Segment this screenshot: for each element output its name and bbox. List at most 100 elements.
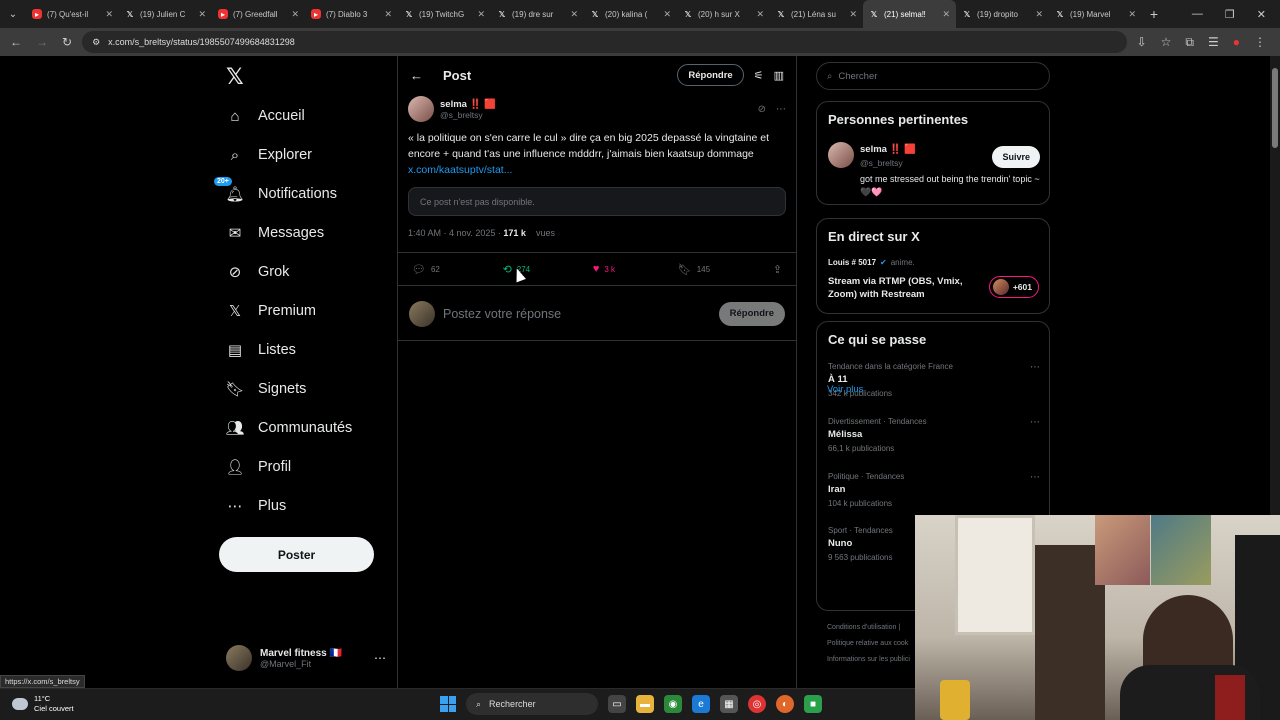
- browser-tab[interactable]: 𝕏 (19) TwitchG ✕: [398, 0, 491, 28]
- browser-tab-active[interactable]: 𝕏 (21) selma‼ ✕: [863, 0, 956, 28]
- footer-link-cookies[interactable]: Politique relative aux cook: [827, 636, 910, 652]
- tab-search-chevron-icon[interactable]: ⌄: [0, 0, 26, 28]
- firefox-icon[interactable]: ◐: [776, 695, 794, 713]
- nav-item-home[interactable]: ⌂ Accueil: [226, 101, 304, 131]
- nav-item-profile[interactable]: 👤︎ Profil: [225, 452, 291, 482]
- more-icon[interactable]: ⋯: [1030, 417, 1040, 428]
- see-more-link[interactable]: Voir plus: [827, 384, 863, 395]
- tab-close-icon[interactable]: ✕: [291, 9, 299, 20]
- reply-input[interactable]: Postez votre réponse: [443, 307, 561, 321]
- store-icon[interactable]: ▦: [720, 695, 738, 713]
- reply-submit-button[interactable]: Répondre: [718, 301, 785, 326]
- avatar[interactable]: [828, 142, 854, 168]
- browser-tab[interactable]: 𝕏 (19) dropito ✕: [956, 0, 1049, 28]
- close-window-icon[interactable]: ✕: [1257, 8, 1266, 21]
- browser-tab[interactable]: 𝕏 (19) Julien C ✕: [119, 0, 212, 28]
- windows-start-icon[interactable]: [440, 696, 456, 712]
- nvidia-icon[interactable]: ◉: [664, 695, 682, 713]
- x-logo-icon[interactable]: 𝕏: [226, 64, 244, 90]
- tab-close-icon[interactable]: ✕: [477, 9, 485, 20]
- app-icon[interactable]: ■: [804, 695, 822, 713]
- browser-tab[interactable]: 𝕏 (21) Léna su ✕: [770, 0, 863, 28]
- avatar[interactable]: [408, 96, 434, 122]
- tab-close-icon[interactable]: ✕: [384, 9, 392, 20]
- tab-close-icon[interactable]: ✕: [1128, 9, 1136, 20]
- back-arrow-icon[interactable]: ←: [410, 68, 423, 83]
- tweet-time[interactable]: 1:40 AM · 4 nov. 2025 ·: [408, 228, 503, 238]
- edge-icon[interactable]: e: [692, 695, 710, 713]
- scrollbar-thumb[interactable]: [1272, 68, 1278, 148]
- nav-item-explore[interactable]: ⌕ Explorer: [226, 140, 312, 170]
- star-icon[interactable]: ☆: [1161, 35, 1172, 50]
- tab-close-icon[interactable]: ✕: [756, 9, 764, 20]
- tab-close-icon[interactable]: ✕: [105, 9, 113, 20]
- share-action[interactable]: ⇪: [773, 263, 782, 276]
- grok-icon[interactable]: ⊘: [758, 104, 766, 115]
- browser-tab[interactable]: ▸ (7) Greedfall ✕: [212, 0, 305, 28]
- more-icon[interactable]: ⋯: [776, 104, 786, 115]
- url-field[interactable]: ⚙ x.com/s_breltsy/status/198550749968483…: [82, 31, 1127, 53]
- site-info-icon[interactable]: ⚙: [92, 37, 100, 48]
- minimize-icon[interactable]: —: [1192, 8, 1203, 21]
- file-explorer-icon[interactable]: ▬: [636, 695, 654, 713]
- header-reply-button[interactable]: Répondre: [677, 64, 744, 86]
- tab-close-icon[interactable]: ✕: [942, 9, 950, 20]
- nav-item-grok[interactable]: ⊘ Grok: [226, 257, 290, 287]
- chrome-icon[interactable]: ◎: [748, 695, 766, 713]
- weather-widget[interactable]: 11°C Ciel couvert: [12, 694, 74, 714]
- author-name[interactable]: selma ‼️ 🟥: [440, 99, 496, 110]
- back-icon[interactable]: ←: [10, 35, 22, 49]
- new-tab-button[interactable]: +: [1142, 6, 1166, 22]
- profile-icon[interactable]: ●: [1233, 35, 1240, 50]
- extensions-icon[interactable]: ⧉: [1185, 35, 1194, 50]
- live-listeners[interactable]: +601: [988, 276, 1039, 298]
- live-stream-title[interactable]: Stream via RTMP (OBS, Vmix, Zoom) with R…: [828, 275, 978, 301]
- taskbar-search[interactable]: ⌕ Rechercher: [466, 693, 598, 715]
- more-icon[interactable]: ⋯: [1030, 362, 1040, 373]
- nav-item-more[interactable]: ⋯ Plus: [226, 491, 287, 521]
- live-host[interactable]: Louis # 5017 ✔ anime.: [828, 258, 915, 267]
- follow-button[interactable]: Suivre: [992, 146, 1040, 168]
- bookmark-action[interactable]: 🔖︎ 145: [678, 263, 710, 276]
- more-icon[interactable]: ⋯: [1030, 472, 1040, 483]
- restore-icon[interactable]: ❐: [1225, 8, 1235, 21]
- nav-item-notifications[interactable]: 🔔︎ 20+ Notifications: [214, 177, 337, 209]
- browser-tab[interactable]: 𝕏 (19) dre sur ✕: [491, 0, 584, 28]
- footer-link-ads[interactable]: Informations sur les publici: [827, 652, 910, 668]
- reading-list-icon[interactable]: ☰: [1208, 35, 1219, 50]
- nav-item-premium[interactable]: 𝕏 Premium: [226, 296, 316, 326]
- account-switcher[interactable]: Marvel fitness 🇫🇷 @Marvel_Fit ⋯: [226, 642, 386, 674]
- browser-tab[interactable]: ▸ (7) Qu'est-il ✕: [26, 0, 119, 28]
- tab-close-icon[interactable]: ✕: [663, 9, 671, 20]
- nav-item-messages[interactable]: ✉ Messages: [226, 218, 324, 248]
- install-icon[interactable]: ⇩: [1137, 35, 1147, 50]
- browser-tab[interactable]: ▸ (7) Diablo 3 ✕: [305, 0, 398, 28]
- more-icon[interactable]: ⋯: [374, 651, 386, 665]
- author-handle[interactable]: @s_breltsy: [440, 110, 496, 120]
- tab-close-icon[interactable]: ✕: [849, 9, 857, 20]
- browser-tab[interactable]: 𝕏 (20) h sur X ✕: [677, 0, 770, 28]
- browser-tab[interactable]: 𝕏 (19) Marvel ✕: [1049, 0, 1142, 28]
- search-input[interactable]: ⌕ Chercher: [816, 62, 1050, 90]
- nav-item-bookmarks[interactable]: 🔖︎ Signets: [225, 374, 306, 404]
- task-view-icon[interactable]: ▭: [608, 695, 626, 713]
- filter-icon[interactable]: ⚟: [754, 69, 764, 82]
- nav-item-lists[interactable]: ▤ Listes: [226, 335, 296, 365]
- tab-close-icon[interactable]: ✕: [1035, 9, 1043, 20]
- reload-icon[interactable]: ↻: [62, 35, 72, 49]
- trend-item[interactable]: Politique · Tendances Iran 104 k publica…: [828, 472, 1040, 508]
- webcam-poster: [1095, 515, 1150, 585]
- browser-tab[interactable]: 𝕏 (20) kalina (✕: [584, 0, 677, 28]
- post-button[interactable]: Poster: [219, 537, 374, 572]
- reply-action[interactable]: 💬︎ 62: [412, 263, 440, 276]
- trend-item[interactable]: Divertissement · Tendances Mélissa 66,1 …: [828, 417, 1040, 453]
- like-action[interactable]: ♥ 3 k: [593, 263, 615, 275]
- reader-view-icon[interactable]: ▥: [774, 69, 784, 82]
- tab-close-icon[interactable]: ✕: [198, 9, 206, 20]
- tab-close-icon[interactable]: ✕: [570, 9, 578, 20]
- browser-menu-icon[interactable]: ⋮: [1254, 35, 1266, 50]
- nav-item-communities[interactable]: 👥︎ Communautés: [225, 413, 352, 443]
- tweet-link[interactable]: x.com/kaatsuptv/stat...: [408, 164, 512, 176]
- footer-link-terms[interactable]: Conditions d'utilisation |: [827, 620, 910, 636]
- forward-icon[interactable]: →: [36, 35, 48, 49]
